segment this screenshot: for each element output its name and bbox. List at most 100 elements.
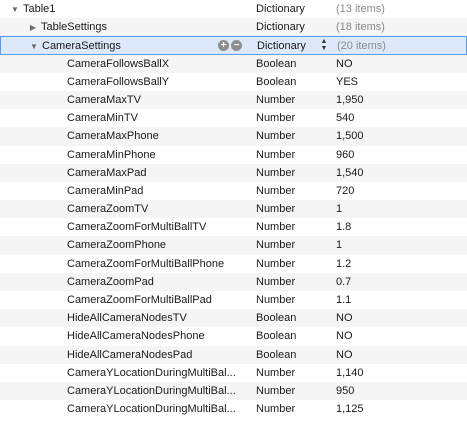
type-cell[interactable]: Number [256, 291, 326, 309]
key-cell[interactable]: CameraYLocationDuringMultiBal... [0, 400, 248, 418]
plist-row-tablesettings[interactable]: ▶ TableSettings Dictionary (18 items) [0, 18, 467, 37]
type-cell[interactable]: Number [256, 91, 326, 109]
plist-row[interactable]: CameraFollowsBallX Boolean NO [0, 54, 467, 73]
type-cell[interactable]: Number [256, 400, 326, 418]
type-cell[interactable]: Dictionary [256, 0, 326, 18]
key-cell[interactable]: CameraZoomForMultiBallPhone [0, 255, 248, 273]
plist-row[interactable]: CameraMinPad Number 720 [0, 182, 467, 200]
row-buttons: + − [218, 40, 244, 52]
plist-row-table1[interactable]: ▼ Table1 Dictionary (13 items) [0, 0, 467, 18]
value-cell[interactable]: 1.2 [336, 255, 466, 273]
value-cell: (13 items) [336, 3, 385, 15]
type-cell[interactable]: Boolean [256, 55, 326, 73]
disclosure-triangle-collapsed-icon[interactable]: ▶ [28, 19, 38, 37]
plist-row[interactable]: CameraYLocationDuringMultiBal... Number 1,… [0, 400, 467, 418]
key-cell[interactable]: CameraZoomPad [0, 273, 248, 291]
type-cell[interactable]: Number [256, 364, 326, 382]
plist-row[interactable]: CameraZoomForMultiBallPhone Number 1.2 [0, 255, 467, 273]
key-cell[interactable]: CameraYLocationDuringMultiBal... [0, 382, 248, 400]
value-cell[interactable]: 1.1 [336, 291, 466, 309]
key-cell[interactable]: CameraZoomForMultiBallTV [0, 218, 248, 236]
key-label: Table1 [23, 3, 56, 15]
key-cell[interactable]: HideAllCameraNodesTV [0, 309, 248, 327]
plist-row[interactable]: CameraZoomForMultiBallTV Number 1.8 [0, 218, 467, 236]
type-cell[interactable]: Boolean [256, 309, 326, 327]
value-cell[interactable]: NO [336, 55, 466, 73]
plist-row[interactable]: CameraZoomTV Number 1 [0, 200, 467, 219]
type-cell[interactable]: Number [256, 255, 326, 273]
add-row-icon[interactable]: + [218, 40, 229, 52]
value-cell[interactable]: 1,540 [336, 164, 466, 182]
key-cell[interactable]: HideAllCameraNodesPad [0, 346, 248, 364]
key-cell[interactable]: CameraMaxPad [0, 164, 248, 182]
value-cell[interactable]: 1,125 [336, 400, 466, 418]
key-cell[interactable]: CameraFollowsBallX [0, 55, 248, 73]
type-cell[interactable]: Number [256, 382, 326, 400]
value-cell[interactable]: NO [336, 346, 466, 364]
plist-row[interactable]: HideAllCameraNodesPhone Boolean NO [0, 327, 467, 345]
value-cell[interactable]: 1.8 [336, 218, 466, 236]
type-cell[interactable]: Number [256, 146, 326, 164]
key-cell[interactable]: CameraMinTV [0, 109, 248, 127]
plist-row[interactable]: CameraMinTV Number 540 [0, 109, 467, 127]
value-cell[interactable]: 1 [336, 200, 466, 218]
key-cell[interactable]: CameraMaxTV [0, 91, 248, 109]
plist-row[interactable]: CameraZoomPad Number 0.7 [0, 272, 467, 291]
key-cell[interactable]: CameraYLocationDuringMultiBal... [0, 364, 248, 382]
key-cell[interactable]: CameraMinPad [0, 182, 248, 200]
key-cell[interactable]: HideAllCameraNodesPhone [0, 327, 248, 345]
type-cell[interactable]: Boolean [256, 73, 326, 91]
value-cell[interactable]: 1,950 [336, 91, 466, 109]
type-cell[interactable]: Number [256, 182, 326, 200]
value-cell[interactable]: NO [336, 327, 466, 345]
type-cell[interactable]: Dictionary [257, 37, 327, 55]
plist-row[interactable]: CameraZoomForMultiBallPad Number 1.1 [0, 291, 467, 309]
type-cell[interactable]: Boolean [256, 327, 326, 345]
key-label: TableSettings [41, 21, 108, 34]
plist-row-camerasettings[interactable]: ▼ CameraSettings + − Dictionary ▲ ▼ (20 ite… [0, 36, 467, 55]
disclosure-triangle-expanded-icon[interactable]: ▼ [10, 1, 20, 19]
value-cell[interactable]: 950 [336, 382, 466, 400]
key-cell: ▶ TableSettings [0, 18, 276, 37]
value-cell[interactable]: YES [336, 73, 466, 91]
type-cell[interactable]: Number [256, 273, 326, 291]
remove-row-icon[interactable]: − [231, 40, 242, 52]
value-cell[interactable]: 720 [336, 182, 466, 200]
value-cell[interactable]: NO [336, 309, 466, 327]
type-stepper-icon[interactable]: ▲ ▼ [319, 38, 329, 54]
plist-row[interactable]: CameraMinPhone Number 960 [0, 146, 467, 164]
key-cell[interactable]: CameraFollowsBallY [0, 73, 248, 91]
plist-row[interactable]: CameraMaxTV Number 1,950 [0, 90, 467, 110]
key-cell[interactable]: CameraMinPhone [0, 146, 248, 164]
key-cell[interactable]: CameraZoomForMultiBallPad [0, 291, 248, 309]
value-cell: (20 items) [337, 40, 386, 53]
plist-row[interactable]: CameraFollowsBallY Boolean YES [0, 73, 467, 91]
key-label: CameraSettings [42, 40, 121, 53]
plist-row[interactable]: HideAllCameraNodesTV Boolean NO [0, 309, 467, 328]
plist-row[interactable]: HideAllCameraNodesPad Boolean NO [0, 345, 467, 364]
value-cell[interactable]: 540 [336, 109, 466, 127]
type-cell[interactable]: Number [256, 109, 326, 127]
value-cell: (18 items) [336, 21, 385, 34]
key-cell[interactable]: CameraMaxPhone [0, 127, 248, 145]
type-cell[interactable]: Number [256, 218, 326, 236]
type-cell[interactable]: Number [256, 164, 326, 182]
type-cell[interactable]: Number [256, 127, 326, 145]
value-cell[interactable]: 960 [336, 146, 466, 164]
value-cell[interactable]: 1 [336, 236, 466, 254]
type-cell[interactable]: Number [256, 236, 326, 254]
key-cell[interactable]: CameraZoomTV [0, 200, 248, 218]
value-cell[interactable]: 0.7 [336, 273, 466, 291]
key-cell: ▼ Table1 [0, 0, 258, 19]
value-cell[interactable]: 1,500 [336, 127, 466, 145]
plist-row[interactable]: CameraMaxPad Number 1,540 [0, 163, 467, 182]
plist-row[interactable]: CameraYLocationDuringMultiBal... Number 95… [0, 381, 467, 401]
plist-row[interactable]: CameraZoomPhone Number 1 [0, 236, 467, 255]
type-cell[interactable]: Number [256, 200, 326, 218]
type-cell[interactable]: Dictionary [256, 18, 326, 36]
plist-row[interactable]: CameraMaxPhone Number 1,500 [0, 127, 467, 146]
plist-row[interactable]: CameraYLocationDuringMultiBal... Number 1,… [0, 364, 467, 382]
type-cell[interactable]: Boolean [256, 346, 326, 364]
key-cell[interactable]: CameraZoomPhone [0, 236, 248, 254]
value-cell[interactable]: 1,140 [336, 364, 466, 382]
